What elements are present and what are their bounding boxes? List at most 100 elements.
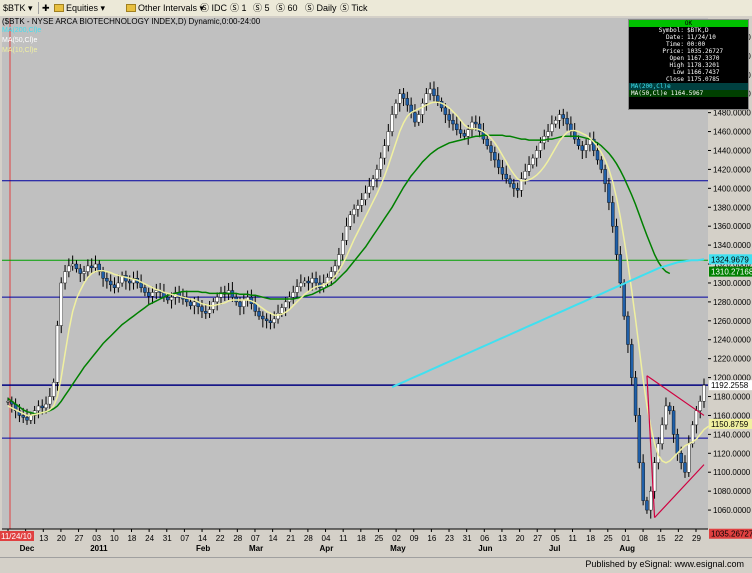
idc-button[interactable]: Ⓢ IDC — [200, 2, 227, 14]
candle-body — [86, 265, 90, 272]
candle-body — [40, 405, 44, 409]
candle-body — [371, 178, 375, 187]
x-tick-label: 31 — [463, 534, 472, 543]
candle-body — [500, 167, 505, 175]
candle-body — [641, 462, 645, 501]
candle-body — [447, 114, 451, 121]
month-label: Aug — [619, 544, 635, 553]
candle-body — [283, 301, 288, 308]
candle-body — [390, 114, 394, 132]
candle-body — [70, 263, 75, 267]
y-tick-label: 1400.0000 — [713, 184, 751, 193]
month-label: 2011 — [90, 544, 108, 553]
price-flag-label: 1150.8759 — [711, 420, 749, 429]
plot-area — [2, 18, 708, 529]
candle-body — [451, 119, 455, 125]
candle-body — [523, 171, 527, 180]
candle-body — [515, 188, 520, 191]
data-window-row: Price: 1035.26727 — [629, 48, 748, 55]
y-tick-label: 1240.0000 — [713, 336, 751, 345]
data-window-key: Date: — [665, 34, 684, 41]
candle-body — [367, 186, 372, 194]
candle-body — [671, 410, 676, 435]
data-window-row: High 1178.3201 — [629, 62, 748, 69]
tick-button[interactable]: Ⓢ Tick — [340, 2, 368, 14]
candle-body — [379, 157, 383, 170]
candle-body — [618, 254, 623, 284]
candle-body — [599, 159, 604, 170]
status-bar: Published by eSignal: www.esignal.com — [0, 557, 752, 573]
x-tick-label: 27 — [75, 534, 84, 543]
candle-body — [257, 311, 261, 317]
candle-body — [572, 131, 577, 140]
data-window-row: Open 1167.3370 — [629, 55, 748, 62]
data-window-row: Symbol: $BTK,D — [629, 27, 748, 34]
equities-menu[interactable]: Equities ▾ — [54, 2, 105, 14]
candle-body — [280, 307, 284, 314]
y-tick-label: 1420.0000 — [713, 165, 751, 174]
price-flag-label: 1192.2558 — [711, 381, 749, 390]
candle-body — [306, 280, 311, 284]
data-window-ma200: MA(200,Cl)e — [629, 83, 748, 90]
other-intervals-menu[interactable]: Other Intervals ▾ — [126, 2, 204, 14]
interval-1-button[interactable]: Ⓢ 1 — [230, 2, 247, 14]
x-tick-label: 31 — [163, 534, 172, 543]
candle-body — [553, 119, 558, 125]
candle-body — [253, 303, 257, 312]
candle-body — [36, 405, 41, 411]
candle-body — [329, 271, 333, 278]
candle-body — [21, 415, 25, 418]
candle-body — [474, 121, 478, 125]
data-window-value: 1178.3201 — [687, 62, 720, 69]
add-icon[interactable]: ✚ — [42, 2, 50, 14]
candle-body — [261, 315, 265, 320]
candle-body — [363, 192, 368, 200]
data-window-row: Date: 11/24/10 — [629, 34, 748, 41]
symbol-box[interactable]: $BTK ▾ — [3, 2, 33, 14]
candle-body — [466, 129, 470, 137]
month-label: Jun — [478, 544, 492, 553]
candle-body — [413, 112, 417, 123]
candle-body — [333, 265, 337, 272]
interval-60-button[interactable]: Ⓢ 60 — [276, 2, 298, 14]
daily-label: Daily — [316, 3, 337, 13]
candle-body — [238, 301, 242, 307]
candle-body — [630, 344, 634, 378]
x-tick-label: 22 — [216, 534, 225, 543]
status-text: Published by eSignal: www.esignal.com — [585, 559, 744, 569]
x-tick-label: 15 — [657, 534, 666, 543]
price-flag-label: 1035.26727 — [711, 530, 752, 539]
data-window-ma50-value: 1164.5967 — [670, 90, 704, 97]
candle-body — [360, 199, 364, 206]
data-window-key: Low — [673, 69, 684, 76]
data-window-value: 00:00 — [687, 41, 706, 48]
x-tick-label: 25 — [604, 534, 613, 543]
cursor-date-label: 11/24/10 — [1, 532, 32, 541]
candle-body — [192, 301, 197, 306]
folder-icon — [126, 4, 136, 12]
candle-body — [204, 311, 208, 314]
candle-body — [584, 144, 588, 151]
data-window: OK Symbol: $BTK,D Date: 11/24/10 Time: 00:00 P… — [628, 19, 749, 110]
y-tick-label: 1360.0000 — [713, 222, 751, 231]
y-tick-label: 1340.0000 — [713, 241, 751, 250]
tick-label: Tick — [351, 3, 368, 13]
y-tick-label: 1140.0000 — [713, 430, 751, 439]
candle-body — [200, 306, 204, 312]
x-tick-label: 02 — [392, 534, 401, 543]
daily-button[interactable]: Ⓢ Daily — [305, 2, 337, 14]
candle-body — [595, 150, 600, 161]
candle-body — [398, 93, 402, 104]
candle-body — [128, 280, 132, 284]
data-window-value: 1167.3370 — [687, 55, 720, 62]
candle-body — [405, 98, 410, 106]
data-window-ma50-label: MA(50,Cl)e — [631, 90, 668, 97]
y-tick-label: 1120.0000 — [713, 449, 751, 458]
ma200-label: MA(200,Cl)e — [2, 27, 42, 34]
candle-body — [626, 315, 630, 345]
x-tick-label: 14 — [269, 534, 278, 543]
candle-body — [272, 318, 276, 323]
y-tick-label: 1380.0000 — [713, 203, 751, 212]
candle-body — [242, 299, 246, 307]
interval-5-button[interactable]: Ⓢ 5 — [253, 2, 270, 14]
